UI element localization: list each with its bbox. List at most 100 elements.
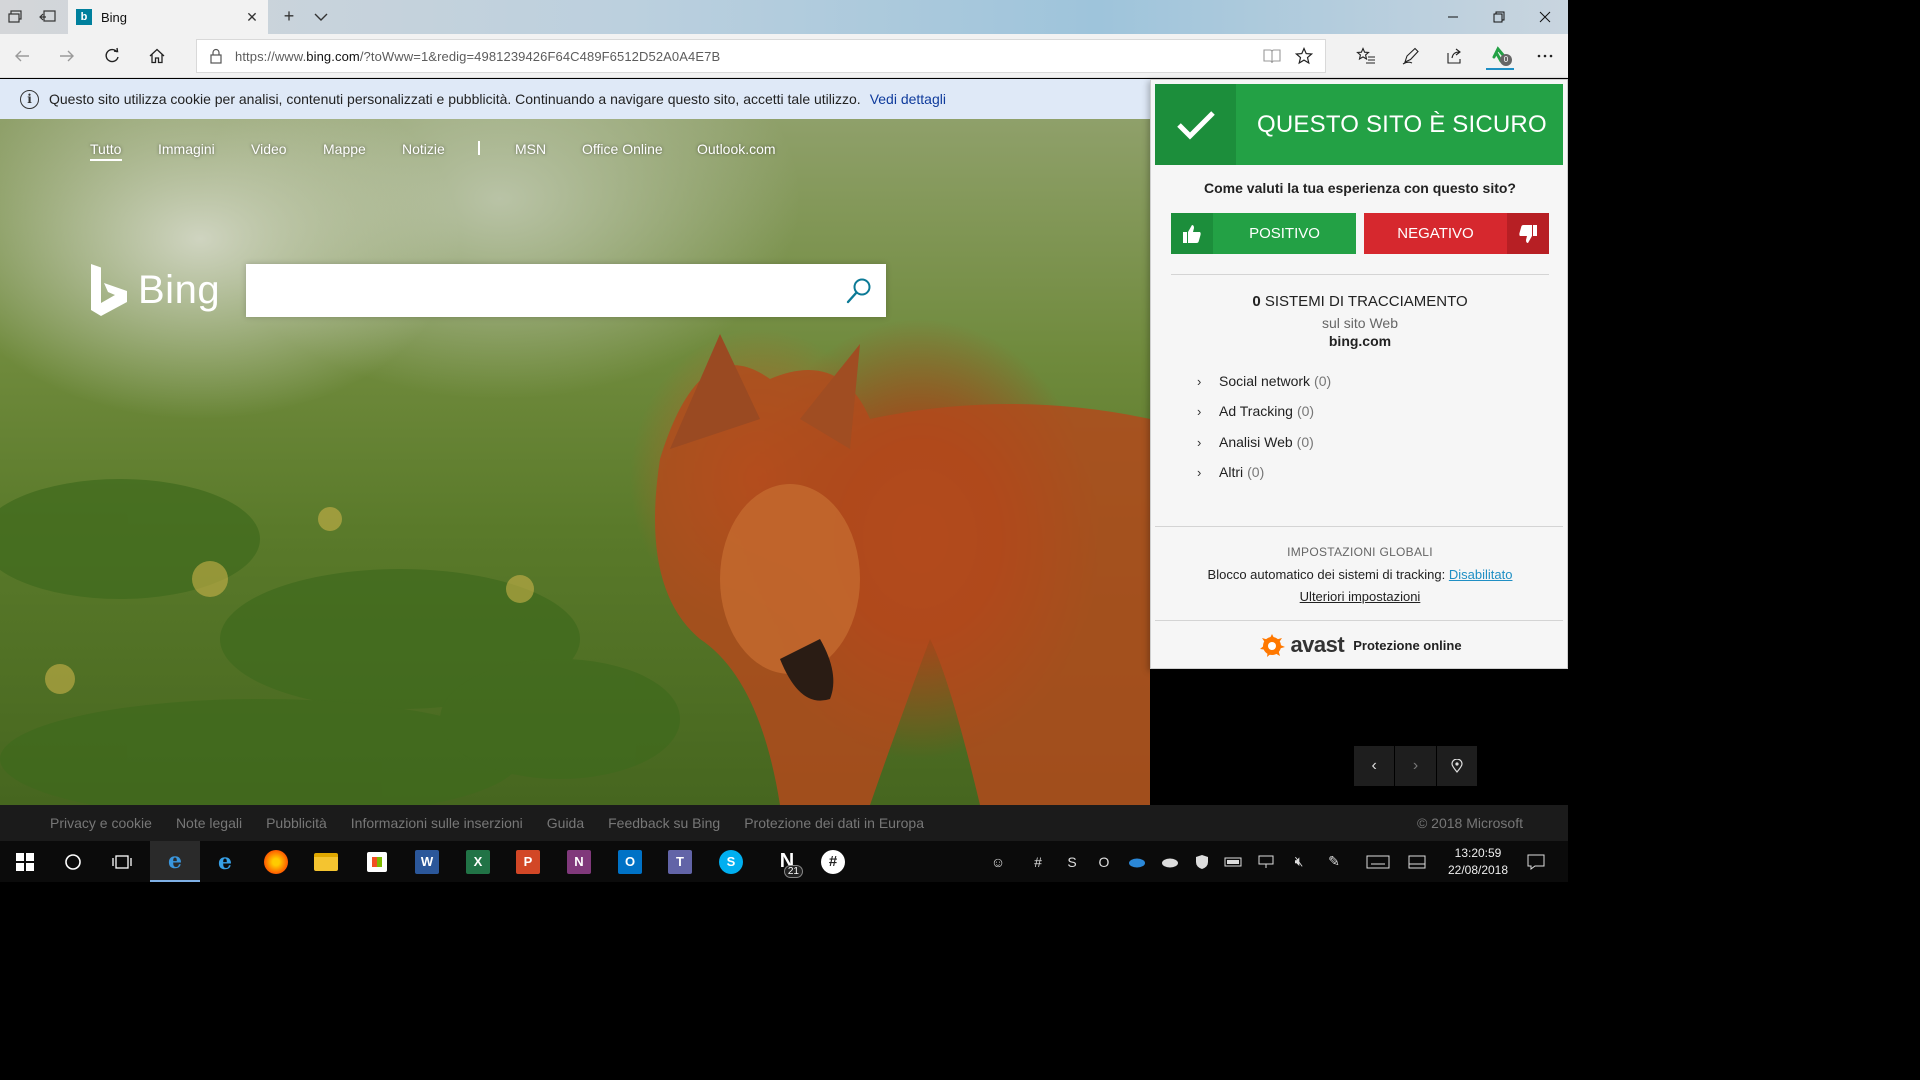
favorites-hub-icon[interactable]	[1352, 42, 1380, 70]
footer-link-feedback[interactable]: Feedback su Bing	[608, 815, 720, 831]
bing-logo[interactable]: Bing	[90, 264, 220, 316]
touch-keyboard-icon[interactable]	[1362, 841, 1394, 882]
slack-icon[interactable]: #	[808, 841, 858, 882]
back-icon[interactable]	[8, 42, 36, 70]
trackers-site-label: sul sito Web	[1322, 315, 1398, 331]
chevron-down-icon[interactable]	[310, 6, 332, 28]
forward-icon[interactable]	[53, 42, 81, 70]
auto-block-toggle-link[interactable]: Disabilitato	[1449, 567, 1513, 582]
bing-logo-text: Bing	[138, 267, 221, 312]
tab-bing[interactable]: b Bing ✕	[68, 0, 268, 34]
avast-extension-icon[interactable]: 0	[1486, 42, 1514, 70]
bing-nav-outlook[interactable]: Outlook.com	[697, 141, 776, 157]
slack-tray-icon[interactable]: #	[1024, 841, 1052, 882]
cortana-search-icon[interactable]	[48, 841, 98, 882]
reading-view-icon[interactable]	[1263, 48, 1281, 64]
word-icon[interactable]: W	[402, 841, 452, 882]
bing-nav-tutto[interactable]: Tutto	[90, 141, 121, 157]
bing-nav-mappe[interactable]: Mappe	[323, 141, 366, 157]
onedrive-icon[interactable]	[1155, 841, 1183, 882]
battery-icon[interactable]	[1220, 841, 1248, 882]
site-safe-banner: QUESTO SITO È SICURO	[1155, 84, 1563, 165]
powerpoint-icon[interactable]: P	[503, 841, 553, 882]
set-aside-tabs-icon[interactable]	[37, 6, 59, 28]
edge-taskbar-icon[interactable]: e	[150, 841, 200, 882]
negative-button[interactable]: NEGATIVO	[1364, 213, 1549, 254]
people-icon[interactable]: ☺	[984, 841, 1012, 882]
avast-online-security-panel: QUESTO SITO È SICURO Come valuti la tua …	[1150, 79, 1568, 669]
next-image-icon[interactable]: ›	[1395, 746, 1436, 786]
network-icon[interactable]	[1252, 841, 1280, 882]
notes-app-icon[interactable]: N 21	[762, 841, 812, 882]
defender-shield-icon[interactable]	[1188, 841, 1216, 882]
chevron-right-icon: ›	[1197, 434, 1202, 450]
web-note-pen-icon[interactable]	[1397, 42, 1425, 70]
footer-link-data-protection[interactable]: Protezione dei dati in Europa	[744, 815, 924, 831]
site-domain: bing.com	[1328, 333, 1392, 349]
tab-preview-icon[interactable]	[5, 6, 27, 28]
thumbs-down-icon	[1507, 213, 1549, 254]
pen-workspace-icon[interactable]: ✎	[1320, 841, 1348, 882]
windows-taskbar: e e W X P N O T S N 21 # ☺ # S O 🔇︎ ✎ 13:…	[0, 841, 1568, 882]
active-tab-underline	[90, 159, 122, 161]
details-link[interactable]: Vedi dettagli	[870, 91, 946, 107]
footer-link-legal[interactable]: Note legali	[176, 815, 242, 831]
search-input[interactable]	[246, 264, 886, 317]
action-center-icon[interactable]	[1522, 841, 1550, 882]
volume-muted-icon[interactable]: 🔇︎	[1285, 841, 1313, 882]
location-pin-icon[interactable]	[1436, 746, 1477, 786]
outlook-icon[interactable]: O	[605, 841, 655, 882]
start-windows-icon[interactable]	[0, 841, 50, 882]
extension-badge: 0	[1500, 54, 1512, 66]
cookie-notice-text: Questo sito utilizza cookie per analisi,…	[49, 91, 861, 107]
cookie-notice-bar: i Questo sito utilizza cookie per analis…	[0, 79, 1150, 119]
category-web-analytics[interactable]: › Analisi Web (0)	[1197, 434, 1314, 450]
positive-button[interactable]: POSITIVO	[1171, 213, 1356, 254]
onedrive-business-icon[interactable]	[1122, 841, 1150, 882]
internet-explorer-icon[interactable]: e	[200, 841, 250, 882]
bing-nav-office-online[interactable]: Office Online	[582, 141, 663, 157]
close-window-icon[interactable]	[1522, 0, 1568, 34]
refresh-icon[interactable]	[98, 42, 126, 70]
file-explorer-icon[interactable]	[301, 841, 351, 882]
tablet-mode-icon[interactable]	[1403, 841, 1431, 882]
avast-brand-name: avast	[1290, 632, 1345, 657]
more-menu-icon[interactable]	[1531, 42, 1559, 70]
avast-product-name: Protezione online	[1353, 637, 1462, 653]
new-tab-icon[interactable]: +	[278, 6, 300, 28]
skype-icon[interactable]: S	[706, 841, 756, 882]
outlook-tray-icon[interactable]: O	[1090, 841, 1118, 882]
category-social-network[interactable]: › Social network (0)	[1197, 373, 1331, 389]
firefox-icon[interactable]	[251, 841, 301, 882]
category-ad-tracking[interactable]: › Ad Tracking (0)	[1197, 403, 1314, 419]
avast-logo-icon	[1260, 634, 1286, 657]
footer-link-privacy[interactable]: Privacy e cookie	[50, 815, 152, 831]
teams-icon[interactable]: T	[655, 841, 705, 882]
favorite-star-icon[interactable]	[1295, 47, 1313, 65]
previous-image-icon[interactable]: ‹	[1354, 746, 1395, 786]
footer-link-ad-info[interactable]: Informazioni sulle inserzioni	[351, 815, 523, 831]
navigation-bar: https://www.bing.com/?toWww=1&redig=4981…	[0, 34, 1568, 78]
footer-link-advertising[interactable]: Pubblicità	[266, 815, 327, 831]
bing-nav-video[interactable]: Video	[251, 141, 287, 157]
onenote-icon[interactable]: N	[554, 841, 604, 882]
search-icon[interactable]	[844, 276, 874, 306]
bing-nav-notizie[interactable]: Notizie	[402, 141, 445, 157]
divider	[1171, 274, 1549, 275]
store-icon[interactable]	[352, 841, 402, 882]
close-tab-icon[interactable]: ✕	[242, 9, 262, 26]
address-bar[interactable]: https://www.bing.com/?toWww=1&redig=4981…	[196, 39, 1326, 73]
minimize-icon[interactable]	[1430, 0, 1476, 34]
skype-tray-icon[interactable]: S	[1058, 841, 1086, 882]
home-icon[interactable]	[143, 42, 171, 70]
restore-icon[interactable]	[1476, 0, 1522, 34]
more-settings-link[interactable]: Ulteriori impostazioni	[1151, 589, 1569, 604]
system-clock[interactable]: 13:20:59 22/08/2018	[1440, 845, 1516, 879]
task-view-icon[interactable]	[97, 841, 147, 882]
excel-icon[interactable]: X	[453, 841, 503, 882]
footer-link-help[interactable]: Guida	[547, 815, 584, 831]
share-icon[interactable]	[1441, 42, 1469, 70]
category-others[interactable]: › Altri (0)	[1197, 464, 1264, 480]
bing-nav-immagini[interactable]: Immagini	[158, 141, 215, 157]
bing-nav-msn[interactable]: MSN	[515, 141, 546, 157]
